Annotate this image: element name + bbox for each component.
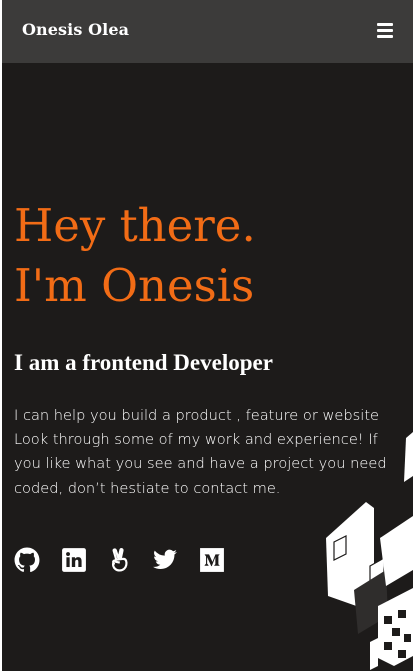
hero-subtitle: I am a frontend Developer (14, 350, 273, 375)
hero-title-line-1: Hey there. (14, 199, 256, 252)
hamburger-menu-icon[interactable] (377, 23, 393, 38)
medium-icon[interactable] (199, 547, 225, 573)
hero-title-line-2: I'm Onesis (14, 259, 255, 312)
hero-title: Hey there. I'm Onesis (14, 196, 256, 316)
linkedin-icon[interactable] (61, 547, 87, 573)
angellist-icon[interactable] (107, 547, 133, 573)
github-icon[interactable] (14, 547, 40, 573)
brand-logo-link[interactable]: Onesis Olea (22, 20, 129, 39)
page: Onesis Olea Hey there. I'm Onesis I am a… (2, 0, 413, 671)
navbar: Onesis Olea (2, 0, 413, 63)
twitter-icon[interactable] (152, 547, 178, 573)
decorative-graphic (326, 432, 413, 670)
